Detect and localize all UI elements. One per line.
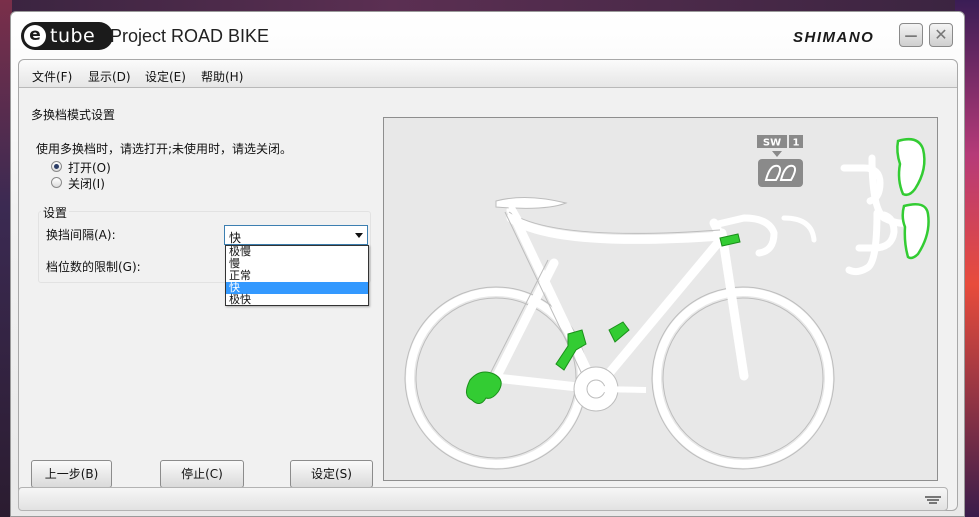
etube-logo: e tube bbox=[21, 22, 113, 50]
menu-help[interactable]: 帮助(H) bbox=[201, 68, 243, 85]
status-bar bbox=[18, 487, 948, 511]
sw-label: SW bbox=[763, 138, 781, 149]
minimize-button[interactable]: — bbox=[899, 23, 923, 47]
radio-off-label[interactable]: 关闭(I) bbox=[68, 175, 105, 192]
settings-group-label: 设置 bbox=[41, 204, 70, 221]
title-bar[interactable]: e tube Project ROAD BIKE SHIMANO — ✕ bbox=[11, 12, 964, 58]
bike-diagram-panel: SW 1 bbox=[383, 117, 938, 481]
sw-indicator: SW 1 bbox=[757, 135, 803, 187]
menu-settings[interactable]: 设定(E) bbox=[145, 68, 186, 85]
prev-button[interactable]: 上一步(B) bbox=[31, 460, 112, 488]
interval-dropdown-list: 极慢 慢 正常 快 极快 bbox=[225, 245, 369, 306]
dropdown-option[interactable]: 正常 bbox=[226, 270, 368, 282]
sw-number: 1 bbox=[793, 138, 800, 149]
menu-file[interactable]: 文件(F) bbox=[32, 68, 72, 85]
brand-logo: SHIMANO bbox=[793, 29, 875, 46]
resize-grip-icon[interactable] bbox=[925, 496, 941, 506]
section-title: 多换档模式设置 bbox=[31, 108, 116, 122]
radio-on-label[interactable]: 打开(O) bbox=[68, 159, 111, 176]
radio-off[interactable] bbox=[51, 177, 62, 188]
close-button[interactable]: ✕ bbox=[929, 23, 953, 47]
interval-select[interactable]: 快 bbox=[224, 225, 368, 245]
limit-label: 档位数的限制(G): bbox=[46, 260, 141, 274]
interval-select-value: 快 bbox=[229, 231, 242, 245]
window-title: Project ROAD BIKE bbox=[110, 26, 270, 46]
interval-label: 换挡间隔(A): bbox=[46, 228, 116, 242]
bike-illustration: SW 1 bbox=[384, 118, 937, 480]
stop-button[interactable]: 停止(C) bbox=[160, 460, 244, 488]
menu-view[interactable]: 显示(D) bbox=[88, 68, 131, 85]
instruction-text: 使用多换档时，请选打开;未使用时，请选关闭。 bbox=[36, 142, 293, 156]
main-content: 文件(F) 显示(D) 设定(E) 帮助(H) 多换档模式设置 使用多换档时，请… bbox=[18, 59, 958, 511]
dropdown-option[interactable]: 极慢 bbox=[226, 246, 368, 258]
logo-e-mark: e bbox=[24, 25, 46, 47]
dropdown-option[interactable]: 极快 bbox=[226, 294, 368, 306]
radio-on[interactable] bbox=[51, 161, 62, 172]
menu-bar: 文件(F) 显示(D) 设定(E) 帮助(H) bbox=[19, 60, 957, 88]
logo-wordmark: tube bbox=[50, 25, 96, 47]
app-window: e tube Project ROAD BIKE SHIMANO — ✕ 文件(… bbox=[10, 11, 965, 517]
set-button[interactable]: 设定(S) bbox=[290, 460, 373, 488]
chevron-down-icon[interactable] bbox=[351, 226, 367, 244]
